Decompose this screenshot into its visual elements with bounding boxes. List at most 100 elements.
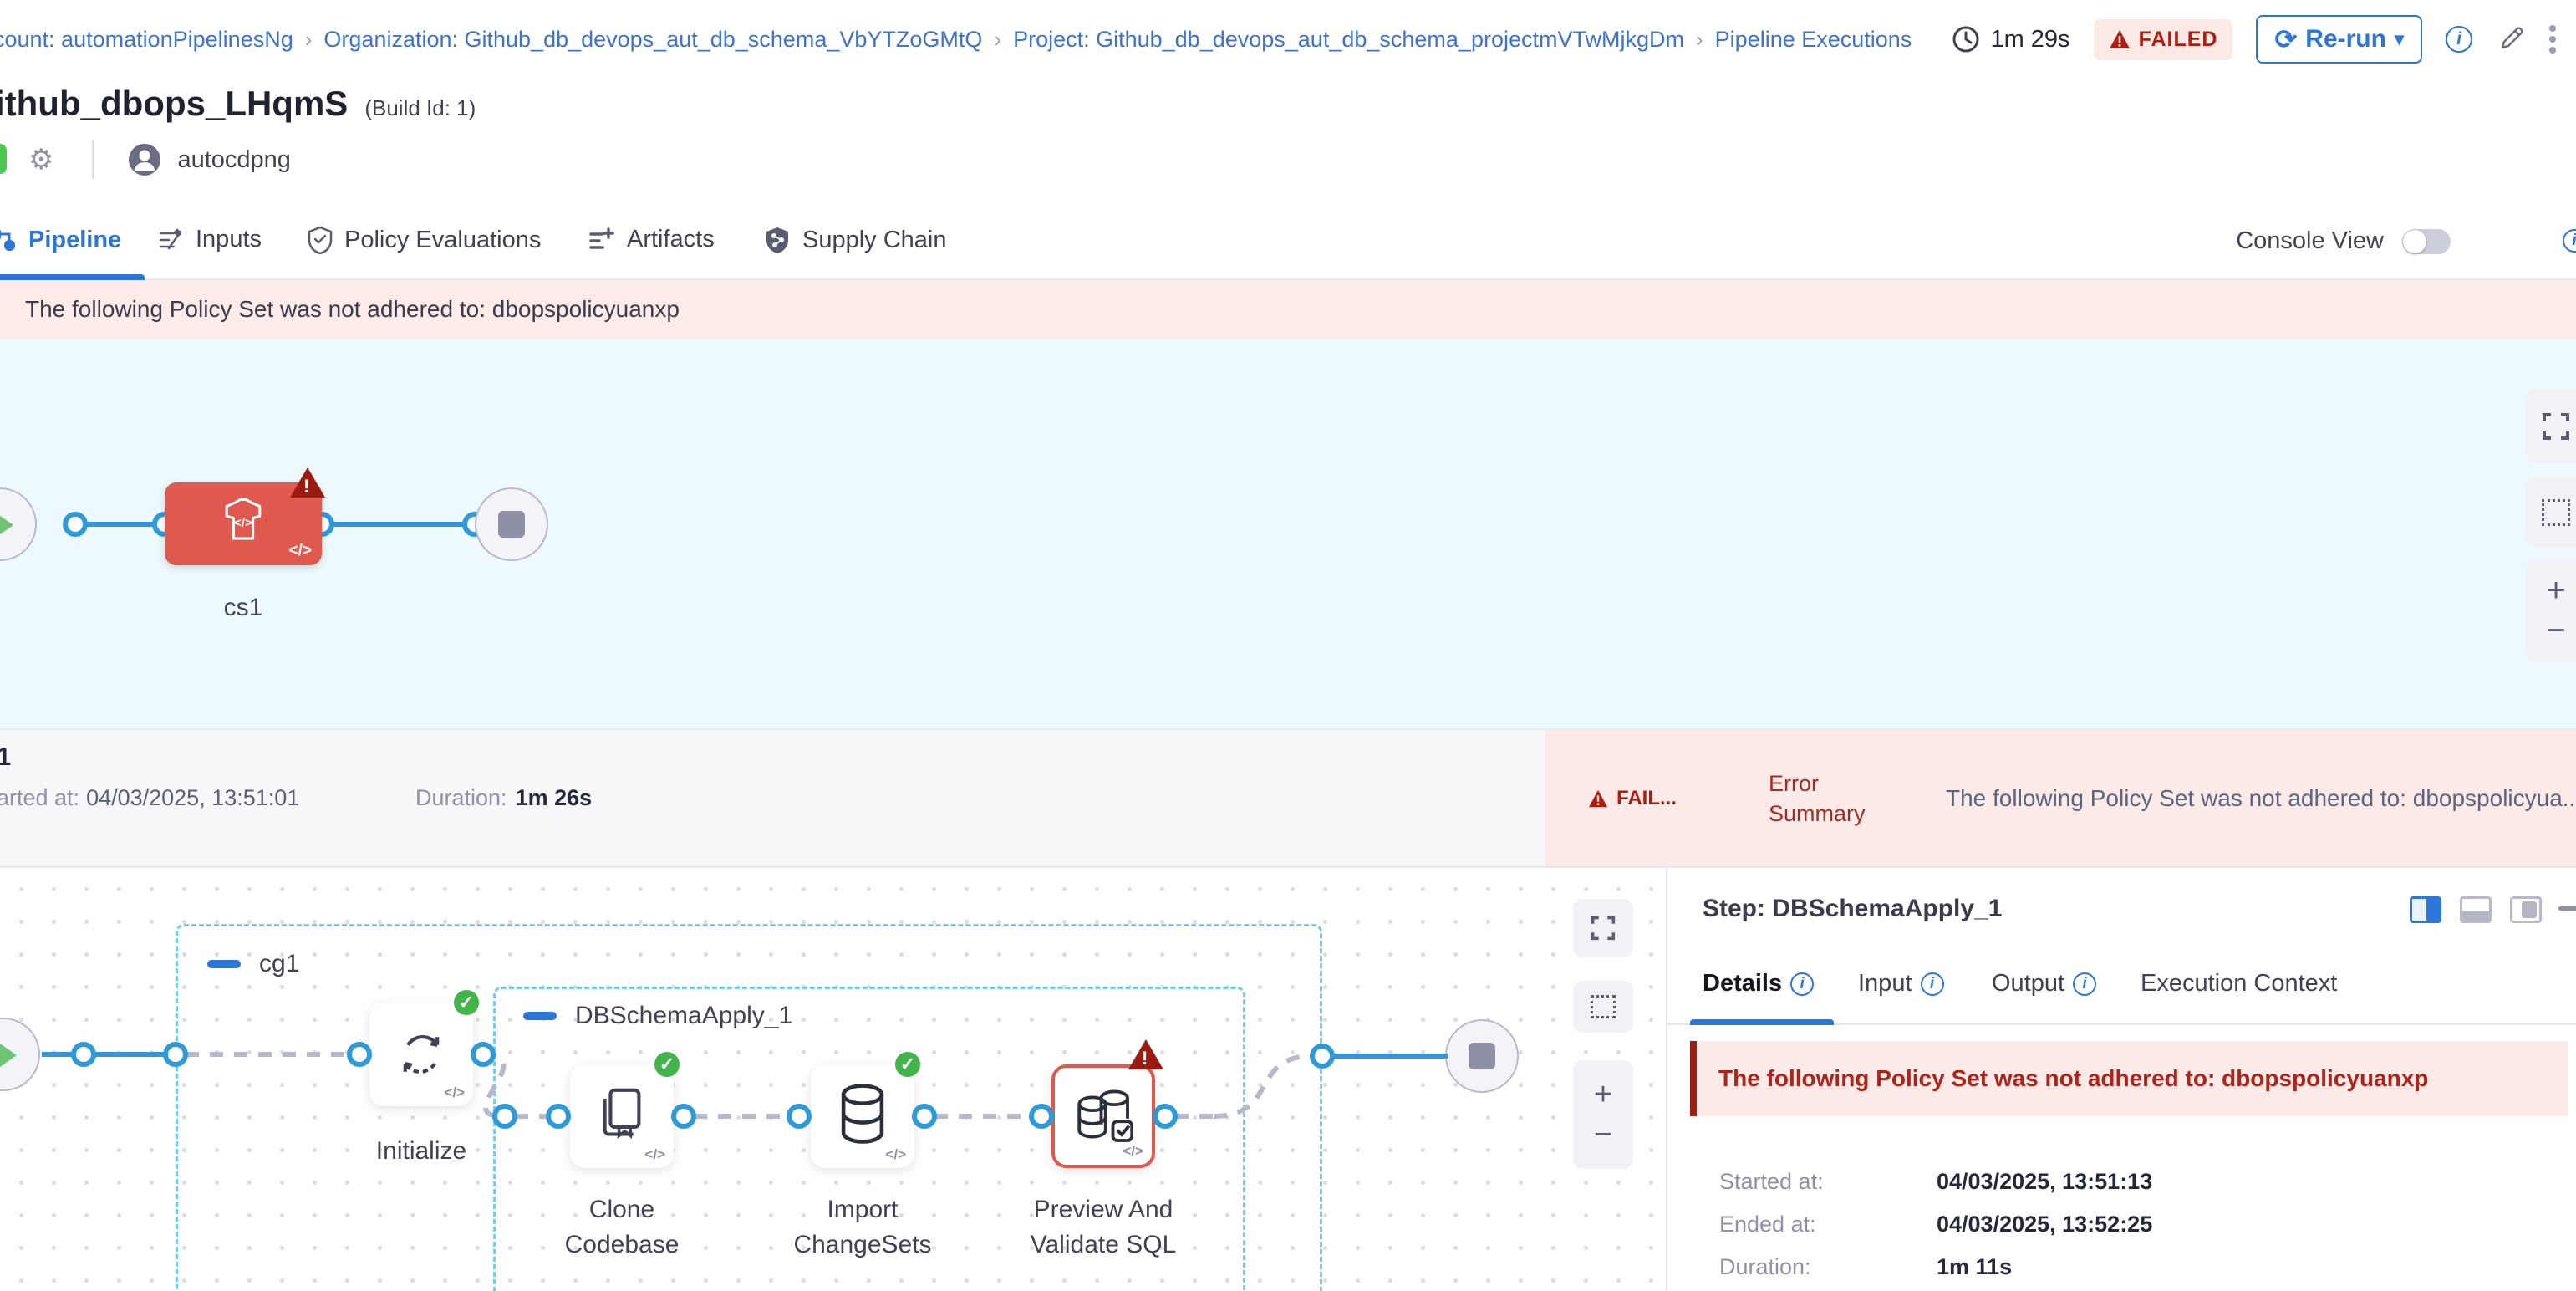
artifacts-icon — [588, 227, 615, 253]
minimize-panel-icon[interactable] — [2558, 906, 2576, 911]
collapse-group-icon[interactable] — [207, 960, 241, 968]
started-at-value: 04/03/2025, 13:51:01 — [86, 785, 299, 811]
step-card-import-changesets[interactable]: </> — [811, 1064, 914, 1168]
console-view-label: Console View — [2236, 227, 2384, 255]
edit-pencil-icon[interactable] — [2496, 24, 2526, 54]
tab-supply-chain[interactable]: Supply Chain — [764, 226, 947, 254]
info-icon[interactable]: i — [2073, 972, 2096, 996]
zoom-out-icon[interactable]: − — [2546, 618, 2565, 643]
tab-pipeline[interactable]: Pipeline — [0, 226, 121, 254]
rerun-icon: ⟳ — [2274, 23, 2297, 55]
console-info-icon[interactable]: i — [2563, 229, 2576, 253]
execution-duration: 1m 29s — [1952, 25, 2069, 54]
breadcrumb-account[interactable]: count: automationPipelinesNg — [0, 27, 293, 53]
execution-tab-bar: Pipeline Inputs Policy Evaluations Artif… — [0, 207, 2576, 280]
fullscreen-button[interactable] — [1573, 899, 1633, 957]
step-label-clone-codebase[interactable]: Clone Codebase — [513, 1192, 731, 1263]
info-icon[interactable]: i — [1790, 972, 1814, 996]
step-card-initialize[interactable]: </> — [369, 1003, 473, 1106]
step-card-preview-validate-sql[interactable]: </> — [1051, 1064, 1155, 1168]
group-cg1-label[interactable]: cg1 — [259, 950, 299, 978]
console-view-toggle[interactable] — [2402, 229, 2451, 254]
step-success-icon: ✓ — [652, 1049, 682, 1079]
group-dbschemaapply-label[interactable]: DBSchemaApply_1 — [575, 1002, 792, 1030]
detail-row-ended: Ended at: 04/03/2025, 13:52:25 — [1719, 1212, 2152, 1237]
multi-select-button[interactable] — [2526, 477, 2576, 548]
zoom-out-icon[interactable]: − — [1594, 1123, 1612, 1146]
code-badge: </> — [444, 1084, 465, 1101]
execution-end-node — [1445, 1019, 1519, 1093]
tab-details[interactable]: Detailsi — [1703, 970, 1814, 998]
zoom-in-icon[interactable]: + — [2546, 578, 2565, 603]
step-details-title: Step: DBSchemaApply_1 — [1703, 895, 2002, 923]
clone-codebase-icon — [593, 1084, 650, 1141]
pipeline-end-node — [475, 487, 548, 561]
selection-box-icon — [2542, 499, 2570, 526]
stop-icon — [498, 511, 525, 538]
page-title: ithub_dbops_LHqmS — [0, 84, 348, 124]
zoom-in-icon[interactable]: + — [1594, 1083, 1612, 1106]
initialize-sync-icon — [395, 1028, 448, 1081]
code-badge: </> — [885, 1146, 906, 1163]
stage-error-summary: FAIL... Error Summary The following Poli… — [1545, 730, 2576, 866]
stage-graph-canvas[interactable]: </> </> ! cs1 + − — [0, 339, 2576, 728]
status-badge: FAILED — [2094, 19, 2233, 60]
build-id: (Build Id: 1) — [364, 95, 476, 121]
breadcrumb: count: automationPipelinesNg › Organizat… — [0, 27, 1912, 53]
breadcrumb-organization[interactable]: Organization: Github_db_devops_aut_db_sc… — [323, 27, 982, 53]
step-card-clone-codebase[interactable]: </> — [570, 1064, 674, 1168]
fail-badge: FAIL... — [1588, 787, 1677, 810]
chevron-right-icon: › — [994, 27, 1001, 53]
step-label-preview-validate-sql[interactable]: Preview And Validate SQL — [995, 1192, 1212, 1263]
layout-floating-icon[interactable] — [2510, 896, 2542, 923]
chevron-right-icon: › — [305, 27, 313, 53]
execution-graph-canvas[interactable]: cg1 DBSchemaApply_1 — [0, 868, 1666, 1291]
fullscreen-icon — [1591, 916, 1616, 941]
breadcrumb-pipeline-executions[interactable]: Pipeline Executions — [1715, 27, 1912, 53]
stage-label[interactable]: cs1 — [165, 594, 322, 622]
breadcrumb-project[interactable]: Project: Github_db_devops_aut_db_schema_… — [1013, 27, 1684, 53]
policy-shield-icon — [308, 226, 333, 254]
code-badge: </> — [1123, 1143, 1143, 1160]
pipeline-execution-page: count: automationPipelinesNg › Organizat… — [0, 0, 2576, 1291]
tag-icon — [0, 144, 7, 174]
active-tab-underline — [0, 274, 145, 280]
collapse-group-icon[interactable] — [523, 1012, 557, 1020]
tab-output[interactable]: Outputi — [1992, 970, 2096, 998]
pipeline-icon — [0, 226, 17, 254]
tab-policy-evaluations[interactable]: Policy Evaluations — [308, 226, 541, 254]
code-badge: </> — [289, 542, 312, 560]
tab-input[interactable]: Inputi — [1858, 970, 1944, 998]
warning-icon — [1588, 789, 1608, 808]
layout-split-bottom-icon[interactable] — [2460, 896, 2492, 923]
duration-label: Duration: — [415, 785, 507, 811]
detail-row-started: Started at: 04/03/2025, 13:51:13 — [1719, 1169, 2152, 1195]
zoom-controls[interactable]: + − — [2526, 559, 2576, 662]
stage-failed-warning-icon: ! — [290, 467, 325, 498]
stage-node-cs1[interactable]: </> </> ! — [165, 482, 322, 565]
step-label-initialize[interactable]: Initialize — [321, 1134, 522, 1169]
fullscreen-button[interactable] — [2526, 389, 2576, 464]
layout-split-right-icon[interactable] — [2410, 896, 2441, 923]
info-icon[interactable]: i — [1921, 972, 1944, 996]
database-validate-icon — [1075, 1086, 1133, 1148]
warning-icon — [2109, 29, 2131, 49]
multi-select-button[interactable] — [1573, 981, 1633, 1033]
execution-start-node — [0, 1018, 40, 1091]
tab-inputs[interactable]: Inputs — [157, 226, 262, 253]
zoom-controls[interactable]: + − — [1573, 1060, 1633, 1169]
stage-name: 1 — [0, 742, 11, 772]
policy-violation-banner: The following Policy Set was not adhered… — [0, 280, 2576, 339]
inputs-icon — [157, 227, 184, 253]
step-label-import-changesets[interactable]: Import ChangeSets — [754, 1192, 971, 1263]
more-options-icon[interactable] — [2549, 21, 2556, 58]
database-icon — [836, 1083, 889, 1145]
step-details-panel: Step: DBSchemaApply_1 Detailsi Inputi Ou… — [1666, 868, 2576, 1291]
settings-gear-icon[interactable]: ⚙ — [28, 143, 53, 176]
group-dbschemaapply-header: DBSchemaApply_1 — [523, 1002, 792, 1030]
trigger-user: autocdpng — [177, 146, 290, 174]
info-icon[interactable]: i — [2446, 26, 2472, 53]
tab-artifacts[interactable]: Artifacts — [588, 226, 715, 253]
tab-execution-context[interactable]: Execution Context — [2141, 970, 2337, 998]
rerun-button[interactable]: ⟳ Re-run ▾ — [2256, 15, 2422, 64]
